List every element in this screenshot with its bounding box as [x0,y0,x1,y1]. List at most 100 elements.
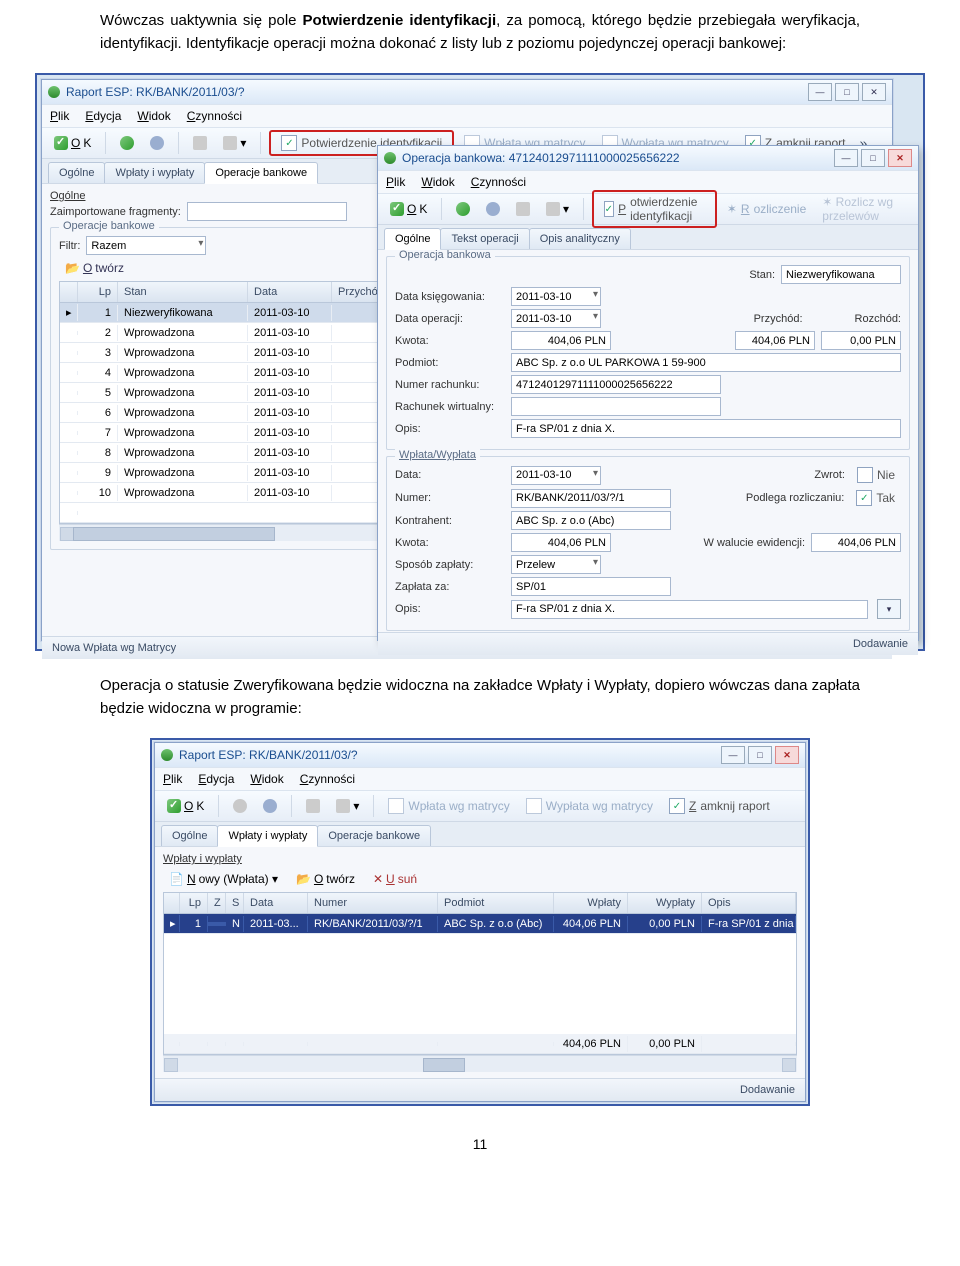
tab-operacje[interactable]: Operacje bankowe [317,825,431,846]
btn-otworz[interactable]: 📂 Otwórz [290,869,361,889]
col-data[interactable]: Data [244,893,308,913]
check-wplata-matrycy[interactable]: Wpłata wg matrycy [382,796,515,816]
tab-operacje[interactable]: Operacje bankowe [204,162,318,184]
input-rachunek-wirt[interactable] [511,397,721,416]
minimize-button[interactable]: — [808,83,832,101]
input-numer[interactable]: RK/BANK/2011/03/?/1 [511,489,671,508]
close-button[interactable]: ✕ [862,83,886,101]
group-operacje: Operacje bankowe [59,220,159,232]
h-scrollbar[interactable] [163,1055,797,1072]
dropdown-opis-icon[interactable]: ▾ [877,599,901,619]
tab-wplaty[interactable]: Wpłaty i wypłaty [217,825,318,847]
menu-widok[interactable]: Widok [137,109,170,123]
menu-edycja[interactable]: Edycja [198,772,234,786]
input-zaimportowane[interactable] [187,202,347,221]
col-lp[interactable]: Lp [78,282,118,302]
label-filtr: Filtr: [59,240,80,252]
tab-ogolne[interactable]: Ogólne [384,228,441,250]
input-sposob[interactable]: Przelew [511,555,601,574]
input-opis2[interactable]: F-ra SP/01 z dnia X. [511,600,868,619]
col-s[interactable]: S [226,893,244,913]
menu-czynnosci[interactable]: Czynności [300,772,355,786]
maximize-button[interactable]: □ [861,149,885,167]
print-button[interactable]: ▾ [217,133,252,153]
table-row[interactable]: ▸ 1 N 2011-03... RK/BANK/2011/03/?/1 ABC… [164,914,796,934]
col-wplaty[interactable]: Wpłaty [554,893,628,913]
input-data-operacji[interactable]: 2011-03-10 [511,309,601,328]
print-button[interactable]: ▾ [540,199,575,219]
nav-button[interactable] [257,796,283,816]
menu-plik[interactable]: Plik [163,772,182,786]
tab-wplaty[interactable]: Wpłaty i wypłaty [104,162,205,183]
tab-ogolne[interactable]: Ogólne [48,162,105,183]
btn-otworz[interactable]: 📂 Otwórz [59,258,130,278]
col-z[interactable]: Z [208,893,226,913]
col-lp[interactable]: Lp [180,893,208,913]
btn-nowy[interactable]: 📄 Nowy (Wpłata) ▾ [163,869,284,889]
minimize-button[interactable]: — [834,149,858,167]
btn-rozlicz-przelewow[interactable]: ✶ Rozlicz wg przelewów [816,193,912,225]
cut-button[interactable] [510,199,536,219]
input-opis[interactable]: F-ra SP/01 z dnia X. [511,419,901,438]
input-data-ksieg[interactable]: 2011-03-10 [511,287,601,306]
cut-button[interactable] [300,796,326,816]
check-zamknij[interactable]: ✓Zamknij raport [663,796,776,816]
window-title: Raport ESP: RK/BANK/2011/03/? [66,85,245,99]
print-button[interactable]: ▾ [330,796,365,816]
input-zaplata-za[interactable]: SP/01 [511,577,671,596]
col-podmiot[interactable]: Podmiot [438,893,554,913]
input-nr-rachunku[interactable]: 47124012971111000025656222 [511,375,721,394]
maximize-button[interactable]: □ [748,746,772,764]
check-wyplata-matrycy[interactable]: Wypłata wg matrycy [520,796,659,816]
close-button[interactable]: ✕ [888,149,912,167]
col-numer[interactable]: Numer [308,893,438,913]
tab-opis-analityczny[interactable]: Opis analityczny [529,228,631,249]
input-kontrahent[interactable]: ABC Sp. z o.o (Abc) [511,511,671,530]
col-data[interactable]: Data [248,282,332,302]
label-kwota: Kwota: [395,335,505,347]
col-wyplaty[interactable]: Wypłaty [628,893,702,913]
input-data[interactable]: 2011-03-10 [511,466,601,485]
btn-rozliczenie[interactable]: ✶ Rozliczenie [721,200,812,218]
plus-button[interactable] [227,796,253,816]
menu-plik[interactable]: Plik [50,109,69,123]
nav-button[interactable] [144,133,170,153]
menu-widok[interactable]: Widok [250,772,283,786]
nav-button[interactable] [480,199,506,219]
menubar: Plik Edycja Widok Czynności [155,767,805,791]
menu-czynnosci[interactable]: Czynności [187,109,242,123]
check-zwrot[interactable]: Nie [851,465,901,485]
check-podlega[interactable]: ✓Tak [850,488,901,508]
input-stan: Niezweryfikowana [781,265,901,284]
ok-button[interactable]: OK [48,133,97,153]
btn-usun[interactable]: ✕ Usuń [367,869,423,889]
label-data-ksieg: Data księgowania: [395,291,505,303]
minimize-button[interactable]: — [721,746,745,764]
close-button[interactable]: ✕ [775,746,799,764]
ok-button[interactable]: OK [161,796,210,816]
menu-plik[interactable]: Plik [386,175,405,189]
input-kwota[interactable]: 404,06 PLN [511,331,611,350]
plus-button[interactable] [450,199,476,219]
tab-ogolne[interactable]: Ogólne [161,825,218,846]
tab-tekst[interactable]: Tekst operacji [440,228,529,249]
input-kwota2[interactable]: 404,06 PLN [511,533,611,552]
col-stan[interactable]: Stan [118,282,248,302]
maximize-button[interactable]: □ [835,83,859,101]
check-potwierdzenie[interactable]: ✓Potwierdzenie identyfikacji [598,193,711,225]
menu-czynnosci[interactable]: Czynności [471,175,526,189]
cut-button[interactable] [187,133,213,153]
menu-widok[interactable]: Widok [421,175,454,189]
dropdown-filtr[interactable]: Razem [86,236,206,255]
highlight-box: ✓Potwierdzenie identyfikacji [592,190,717,228]
link-wplaty[interactable]: Wpłaty i wypłaty [163,853,797,865]
plus-button[interactable] [114,133,140,153]
col-opis[interactable]: Opis [702,893,796,913]
group-wplata[interactable]: Wpłata/Wypłata [395,449,480,461]
titlebar: Raport ESP: RK/BANK/2011/03/? — □ ✕ [42,80,892,104]
input-podmiot[interactable]: ABC Sp. z o.o UL PARKOWA 1 59-900 [511,353,901,372]
label-przychod: Przychód: [754,313,803,325]
ok-button[interactable]: OK [384,199,433,219]
label-rachunek-wirt: Rachunek wirtualny: [395,401,505,413]
menu-edycja[interactable]: Edycja [85,109,121,123]
